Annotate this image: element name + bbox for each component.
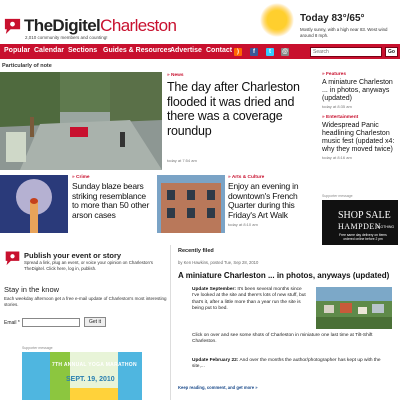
publish-icon: [5, 251, 20, 266]
miniature-photo[interactable]: [316, 287, 392, 329]
flood-photo[interactable]: [0, 72, 162, 170]
features-section-label[interactable]: » Features: [322, 72, 346, 77]
lower-supporter-label: Supporter message: [22, 346, 53, 350]
twitter-icon[interactable]: t: [266, 48, 274, 56]
nav-contact[interactable]: Contact: [206, 47, 232, 54]
lead-section-label[interactable]: » News: [167, 73, 184, 78]
nav-advertise[interactable]: Advertise: [170, 47, 202, 54]
nav-popular[interactable]: Popular: [4, 47, 30, 54]
recently-filed-meta: by Ken Hawkins, posted Tue, Sep 28, 2010: [178, 260, 259, 265]
email-field[interactable]: [22, 318, 80, 327]
recently-filed-headline[interactable]: A miniature Charleston ... in photos, an…: [178, 271, 389, 280]
fire-photo[interactable]: [0, 175, 68, 233]
stay-title: Stay in the know: [4, 285, 60, 294]
entertainment-headline[interactable]: Widespread Panic headlining Charleston m…: [322, 122, 398, 154]
crime-section-label[interactable]: » Crime: [72, 175, 90, 180]
paragraph-2: Click on over and see some shots of Char…: [192, 333, 373, 345]
keep-reading-link[interactable]: Keep reading, comment, and get more »: [178, 385, 258, 390]
stay-desc: Each weekday afternoon get a free e-mail…: [4, 296, 167, 307]
arts-time: today at 8:10 am: [228, 222, 258, 227]
logo-icon[interactable]: [3, 16, 22, 35]
recently-filed-title: Recently filed: [178, 248, 214, 254]
sun-icon: [260, 3, 294, 37]
get-it-button[interactable]: Get it: [84, 317, 106, 327]
email-label: Email *: [4, 320, 20, 326]
section-title: Particularly of note: [2, 63, 52, 69]
ad-line4: Free same day delivery on items ordered …: [339, 233, 387, 241]
column-divider: [170, 245, 171, 400]
yoga-ad-date: SEPT. 19, 2010: [66, 376, 115, 383]
yoga-ad-text: 7TH ANNUAL YOGA MARATHON: [52, 362, 137, 368]
update2-label: Update February 22:: [192, 358, 239, 363]
ad-line3: CLOTHING: [376, 225, 395, 229]
site-header: TheDigitelCharleston 2,010 community mem…: [0, 0, 400, 44]
weather-temp: Today 83°/65°: [300, 13, 365, 24]
nav-sections[interactable]: Sections: [68, 47, 97, 54]
search-input[interactable]: [310, 47, 382, 57]
ad-line1: SHOP SALE: [338, 210, 391, 221]
ad-line2: HAMPDEN: [338, 222, 382, 231]
rss-icon[interactable]: ): [234, 48, 242, 56]
site-logo[interactable]: TheDigitelCharleston: [24, 17, 177, 34]
publish-title[interactable]: Publish your event or story: [24, 251, 121, 260]
nav-guides[interactable]: Guides & Resources: [103, 47, 171, 54]
facebook-icon[interactable]: f: [250, 48, 258, 56]
yoga-ad[interactable]: 7TH ANNUAL YOGA MARATHON SEPT. 19, 2010: [22, 352, 142, 400]
nav-calendar[interactable]: Calendar: [34, 47, 64, 54]
features-headline[interactable]: A miniature Charleston ... in photos, an…: [322, 79, 398, 103]
arts-section-label[interactable]: » Arts & Culture: [228, 175, 264, 180]
update1-paragraph: Update September: It's been several mont…: [192, 287, 310, 313]
arts-headline[interactable]: Enjoy an evening in downtown's French Qu…: [228, 181, 320, 220]
building-photo[interactable]: [157, 175, 225, 233]
features-time: today at 8:35 am: [322, 104, 352, 109]
mail-icon[interactable]: @: [281, 48, 289, 56]
tagline: 2,010 community members and counting!: [25, 35, 108, 40]
lead-headline[interactable]: The day after Charleston flooded it was …: [167, 80, 319, 138]
weather-desc: Mostly sunny, with a high near 83. West …: [300, 27, 388, 38]
publish-desc: Spread a link, plug an event, or voice y…: [24, 260, 153, 271]
entertainment-time: today at 8:16 am: [322, 155, 352, 160]
entertainment-section-label[interactable]: » Entertainment: [322, 115, 358, 120]
lead-time: today at 7:54 am: [167, 158, 197, 163]
update1-label: Update September:: [192, 287, 236, 292]
search-go-button[interactable]: Go: [385, 47, 398, 57]
update2-paragraph: Update February 22: And over the months …: [192, 358, 392, 371]
hampden-ad[interactable]: SHOP SALE HAMPDEN CLOTHING Free same day…: [322, 200, 398, 245]
crime-headline[interactable]: Sunday blaze bears striking resemblance …: [72, 181, 154, 220]
sidebar-supporter-label: Supporter message: [322, 194, 353, 198]
